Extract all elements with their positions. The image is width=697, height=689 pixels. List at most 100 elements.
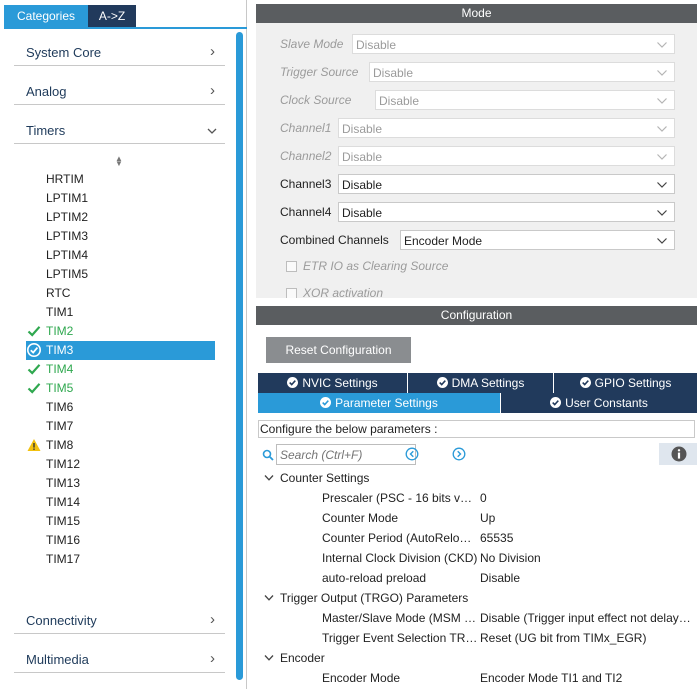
timer-item[interactable]: TIM3 [26, 341, 215, 360]
view-tabs: Categories A->Z [0, 5, 247, 27]
parameter-group-label: Trigger Output (TRGO) Parameters [280, 591, 469, 605]
parameter-value[interactable]: No Division [480, 548, 695, 568]
config-tab[interactable]: Parameter Settings [258, 393, 500, 413]
mode-label: Clock Source [280, 93, 352, 107]
section-divider[interactable] [256, 298, 697, 306]
check-circle-icon [320, 397, 332, 408]
parameter-row[interactable]: Prescaler (PSC - 16 bits value) 0 [256, 488, 697, 508]
parameter-row[interactable]: Internal Clock Division (CKD) No Division [256, 548, 697, 568]
chevron-down-icon [657, 210, 667, 216]
mode-row: Channel1 Disable [280, 118, 675, 138]
mode-select-value: Encoder Mode [404, 234, 483, 248]
category-analog[interactable]: Analog › [14, 79, 225, 105]
mode-select[interactable]: Disable [338, 174, 675, 194]
timer-item[interactable]: TIM12 [26, 455, 215, 474]
parameter-value[interactable]: Up [480, 508, 695, 528]
parameter-value[interactable]: 0 [480, 488, 695, 508]
mode-row: Combined Channels Encoder Mode [280, 230, 675, 250]
timer-item[interactable]: TIM5 [26, 379, 215, 398]
timer-item[interactable]: LPTIM3 [26, 227, 215, 246]
timer-item[interactable]: TIM17 [26, 550, 215, 569]
chevron-right-icon: › [210, 650, 215, 667]
category-system-core[interactable]: System Core › [14, 40, 225, 66]
timer-label: TIM1 [46, 305, 74, 319]
config-tab[interactable]: DMA Settings [408, 373, 553, 393]
timer-item[interactable]: TIM7 [26, 417, 215, 436]
chevron-down-icon [657, 98, 667, 104]
parameter-value[interactable]: Reset (UG bit from TIMx_EGR) [480, 628, 695, 648]
parameter-value[interactable]: Disable (Trigger input effect not delaye… [480, 608, 695, 628]
timer-item[interactable]: TIM16 [26, 531, 215, 550]
check-icon [27, 326, 41, 337]
parameter-row[interactable]: auto-reload preload Disable [256, 568, 697, 588]
timer-item[interactable]: TIM2 [26, 322, 215, 341]
chevron-right-icon: › [210, 82, 215, 99]
chevron-down-icon [264, 475, 274, 481]
timer-item[interactable]: TIM13 [26, 474, 215, 493]
timer-item[interactable]: LPTIM4 [26, 246, 215, 265]
parameter-group-label: Counter Settings [280, 471, 370, 485]
timer-label: TIM16 [46, 533, 81, 547]
tab-a-to-z[interactable]: A->Z [88, 5, 136, 27]
parameter-row[interactable]: Encoder Mode Encoder Mode TI1 and TI2 [256, 668, 697, 688]
reset-configuration-button[interactable]: Reset Configuration [266, 337, 411, 363]
parameter-row[interactable]: Counter Period (AutoReload Register - 16… [256, 528, 697, 548]
parameter-name: Trigger Event Selection TRGO [322, 631, 478, 645]
mode-select[interactable]: Encoder Mode [400, 230, 675, 250]
chevron-right-icon: › [210, 611, 215, 628]
timer-item[interactable]: TIM6 [26, 398, 215, 417]
timer-item[interactable]: HRTIM [26, 170, 215, 189]
check-circle-icon [27, 343, 41, 357]
timer-label: TIM15 [46, 514, 81, 528]
timer-label: LPTIM2 [46, 210, 89, 224]
timer-label: TIM4 [46, 362, 74, 376]
timer-item[interactable]: RTC [26, 284, 215, 303]
config-tab[interactable]: GPIO Settings [554, 373, 697, 393]
mode-label: Combined Channels [280, 233, 389, 247]
search-input[interactable] [276, 444, 416, 465]
parameter-row[interactable]: Counter Mode Up [256, 508, 697, 528]
mode-select: Disable [375, 90, 675, 110]
category-connectivity[interactable]: Connectivity › [14, 608, 225, 634]
parameter-row[interactable]: Master/Slave Mode (MSM bit) Disable (Trig… [256, 608, 697, 628]
tab-categories[interactable]: Categories [4, 5, 88, 27]
parameter-group[interactable]: Trigger Output (TRGO) Parameters [256, 588, 697, 608]
category-multimedia[interactable]: Multimedia › [14, 647, 225, 673]
chevron-down-icon [657, 182, 667, 188]
right-panel: Mode Slave Mode Disable Trigger Source Disa… [256, 0, 697, 689]
mode-select-value: Disable [373, 66, 414, 80]
timer-item[interactable]: TIM14 [26, 493, 215, 512]
parameter-value[interactable]: Disable [480, 568, 695, 588]
info-button[interactable] [659, 443, 697, 465]
checkbox [286, 261, 297, 272]
parameter-group[interactable]: Encoder [256, 648, 697, 668]
timer-item[interactable]: TIM4 [26, 360, 215, 379]
parameter-row[interactable]: Trigger Event Selection TRGO Reset (UG bi… [256, 628, 697, 648]
timer-label: LPTIM5 [46, 267, 89, 281]
parameter-name: Encoder Mode [322, 671, 401, 685]
category-timers[interactable]: Timers [14, 118, 225, 144]
category-label: Analog [26, 84, 67, 99]
config-tab[interactable]: User Constants [501, 393, 697, 413]
config-tab[interactable]: NVIC Settings [258, 373, 407, 393]
timer-label: TIM14 [46, 495, 81, 509]
timer-label: LPTIM3 [46, 229, 89, 243]
timer-item[interactable]: TIM8 [26, 436, 215, 455]
mode-select: Disable [338, 118, 675, 138]
timer-item[interactable]: LPTIM5 [26, 265, 215, 284]
timer-item[interactable]: TIM15 [26, 512, 215, 531]
parameter-name: Counter Period (AutoReload Register - 16… [322, 531, 478, 545]
parameter-value[interactable]: 65535 [480, 528, 695, 548]
sort-icon[interactable]: ▲ ▼ [115, 155, 123, 168]
parameter-group[interactable]: Counter Settings [256, 468, 697, 488]
parameter-value[interactable]: Encoder Mode TI1 and TI2 [480, 668, 695, 688]
category-label: Connectivity [26, 613, 97, 628]
mode-select[interactable]: Disable [338, 202, 675, 222]
previous-match-icon[interactable] [405, 447, 419, 461]
timer-item[interactable]: LPTIM2 [26, 208, 215, 227]
timer-label: HRTIM [46, 172, 84, 186]
next-match-icon[interactable] [452, 447, 466, 461]
timer-item[interactable]: TIM1 [26, 303, 215, 322]
left-scrollbar[interactable] [236, 32, 243, 680]
timer-item[interactable]: LPTIM1 [26, 189, 215, 208]
